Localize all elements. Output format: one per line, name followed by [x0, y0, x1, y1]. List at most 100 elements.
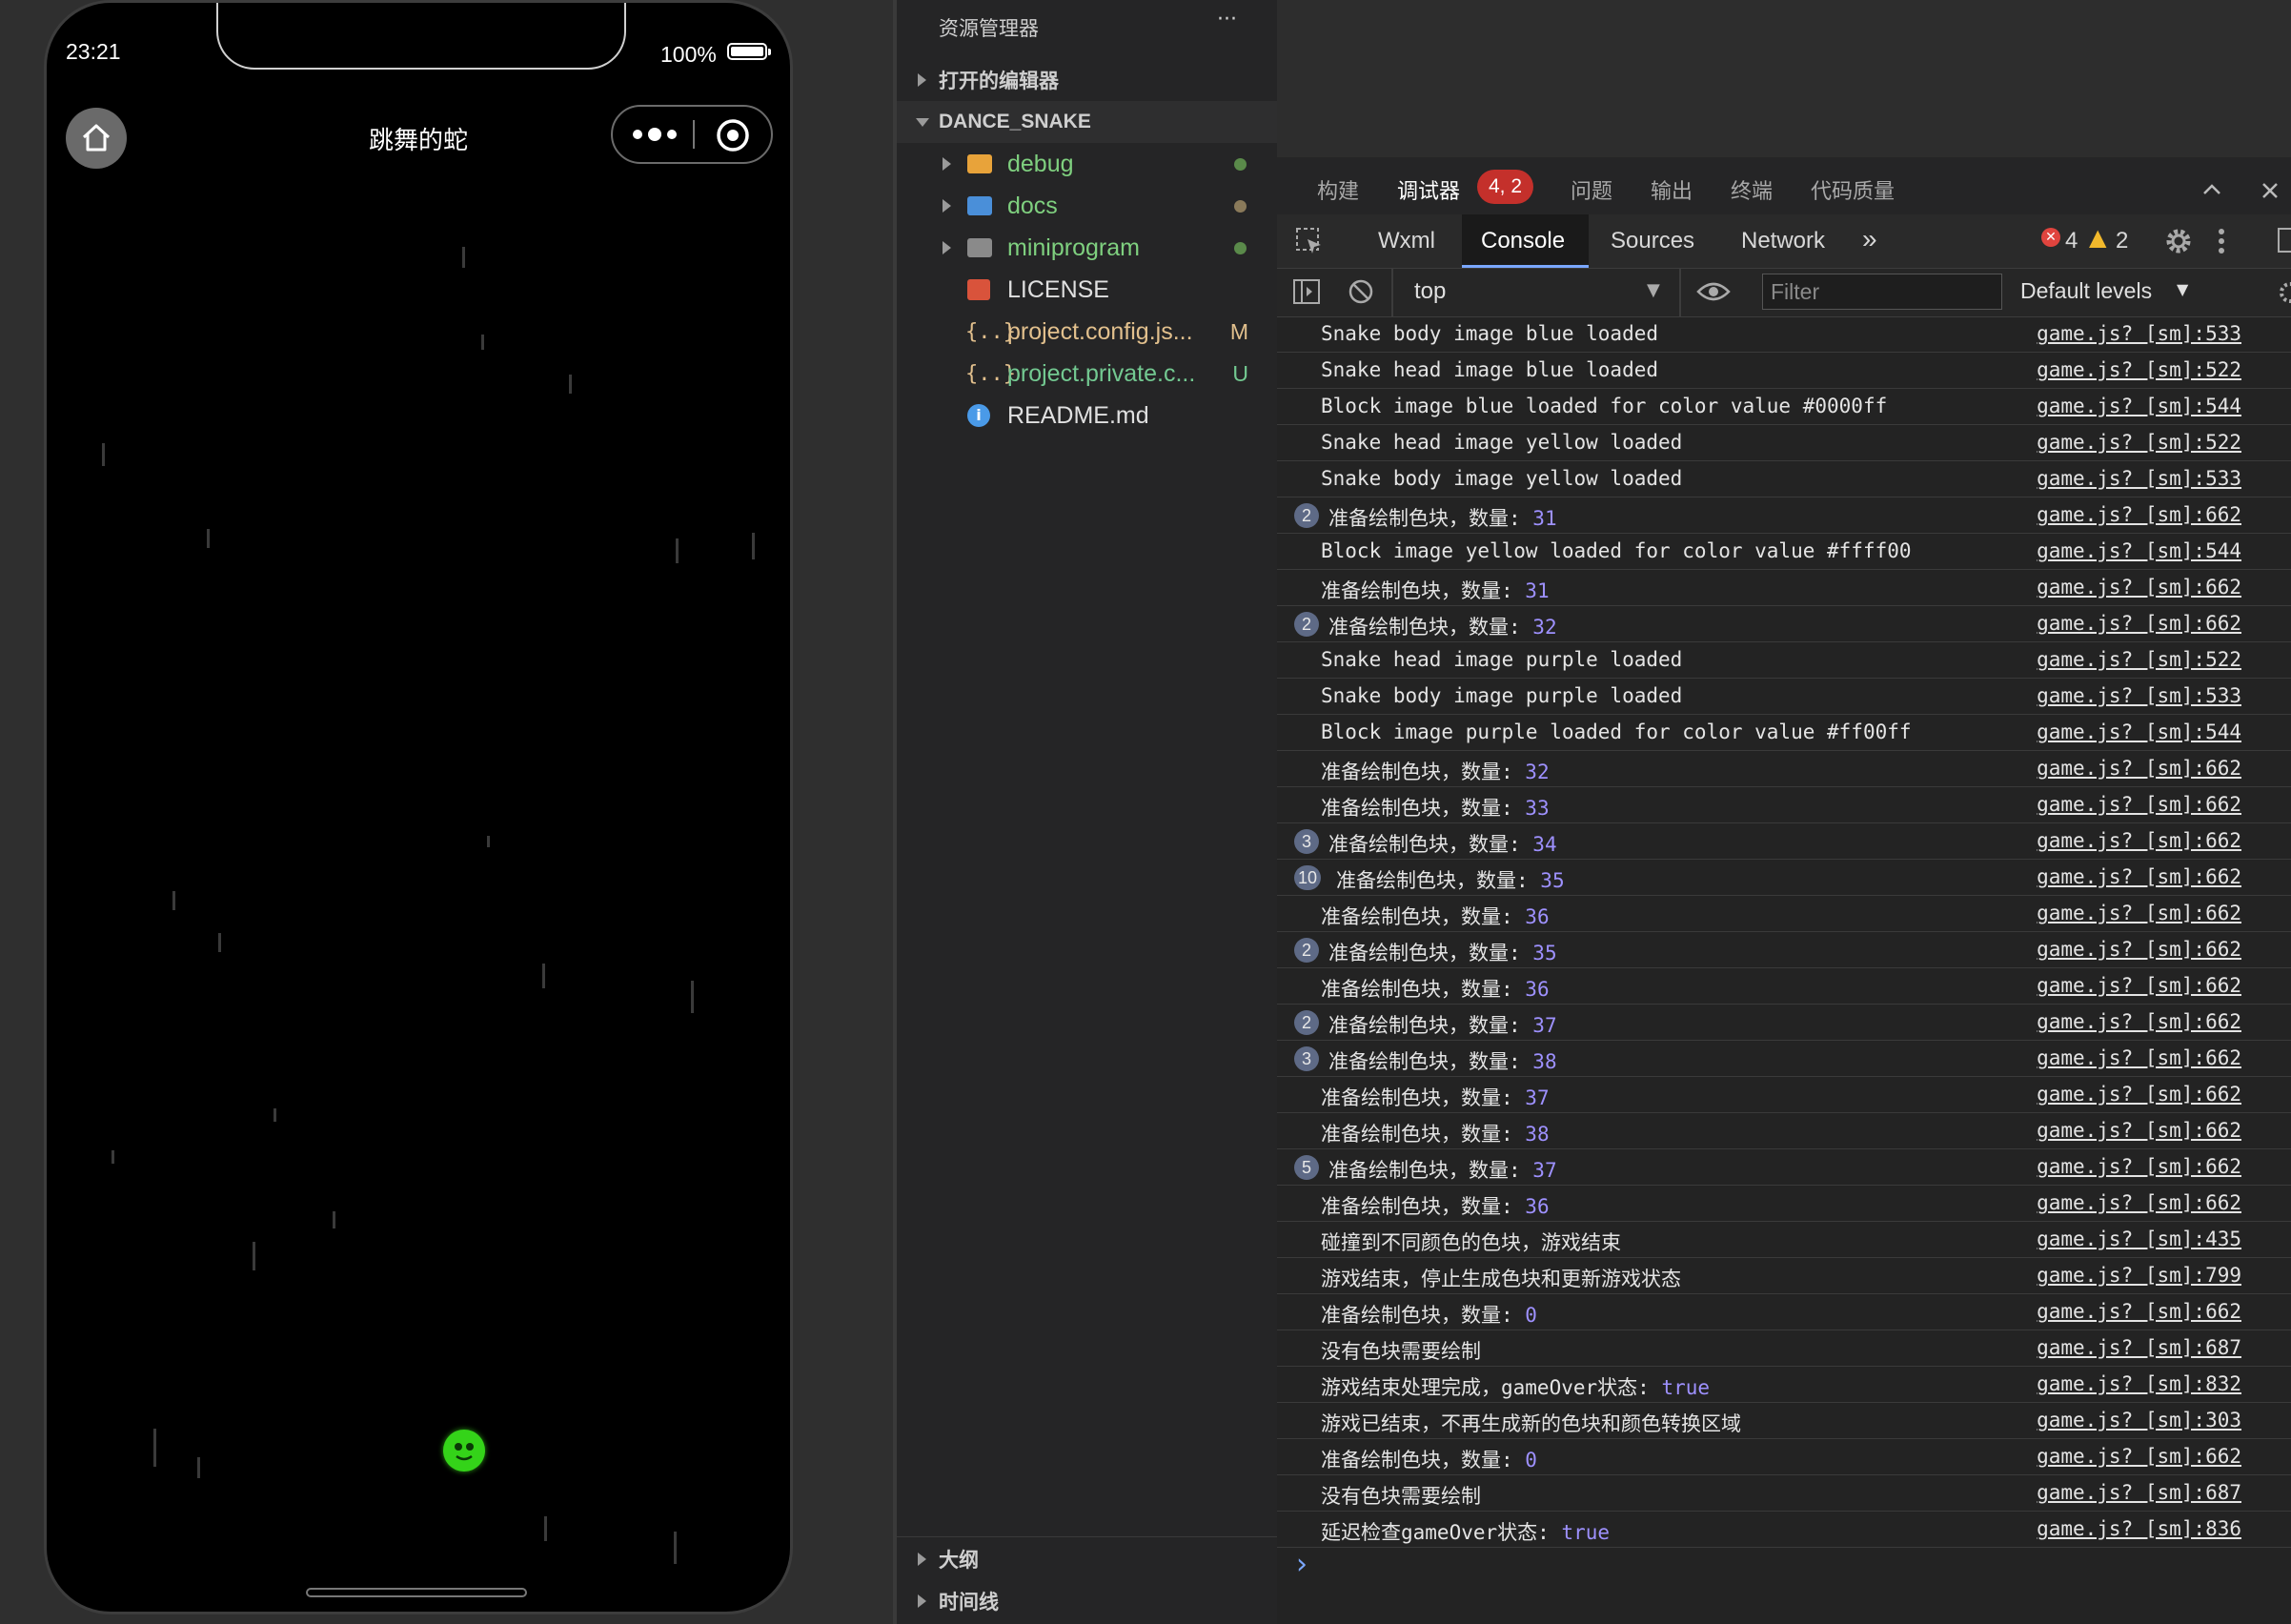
log-source-link[interactable]: game.js? [sm]:662	[2037, 1445, 2241, 1468]
timeline-section[interactable]: 时间线	[897, 1580, 1277, 1622]
console-log-row: 3 准备绘制色块，数量: 38 game.js? [sm]:662	[1277, 1041, 2291, 1077]
tree-item-project-config[interactable]: {..} project.config.js... M	[897, 311, 1277, 353]
tree-item-label: project.config.js...	[1007, 317, 1193, 345]
log-source-link[interactable]: game.js? [sm]:662	[2037, 1119, 2241, 1142]
console-log-row: 游戏已结束，不再生成新的色块和颜色转换区域 game.js? [sm]:303	[1277, 1403, 2291, 1439]
log-source-link[interactable]: game.js? [sm]:662	[2037, 865, 2241, 888]
tree-item-project-private[interactable]: {..} project.private.c... U	[897, 353, 1277, 395]
log-message: 准备绘制色块，数量: 32	[1321, 757, 1550, 785]
settings-gear-icon[interactable]	[2163, 226, 2194, 256]
inspect-element-icon[interactable]	[1294, 226, 1325, 256]
log-source-link[interactable]: game.js? [sm]:533	[2037, 684, 2241, 707]
tab-output[interactable]: 输出	[1651, 174, 1693, 205]
dock-side-icon[interactable]	[2278, 228, 2291, 253]
log-source-link[interactable]: game.js? [sm]:662	[2037, 1191, 2241, 1214]
log-value: 32	[1532, 616, 1557, 639]
log-source-link[interactable]: game.js? [sm]:836	[2037, 1517, 2241, 1540]
console-settings-icon[interactable]	[2278, 280, 2291, 305]
tab-network[interactable]: Network	[1741, 228, 1825, 254]
log-text: 准备绘制色块，数量:	[1321, 978, 1526, 1001]
tree-item-docs[interactable]: docs	[897, 185, 1277, 227]
log-source-link[interactable]: game.js? [sm]:522	[2037, 431, 2241, 454]
rain-drop	[487, 836, 490, 847]
warning-count[interactable]: 2	[2116, 228, 2128, 254]
log-value: 35	[1540, 869, 1565, 892]
log-source-link[interactable]: game.js? [sm]:662	[2037, 793, 2241, 816]
tree-item-miniprogram[interactable]: miniprogram	[897, 227, 1277, 269]
kebab-menu-icon[interactable]	[2217, 226, 2226, 256]
close-icon[interactable]	[2259, 179, 2281, 202]
log-source-link[interactable]: game.js? [sm]:662	[2037, 1046, 2241, 1069]
log-value: 31	[1525, 579, 1550, 602]
log-source-link[interactable]: game.js? [sm]:533	[2037, 322, 2241, 345]
error-count[interactable]: 4	[2065, 228, 2078, 254]
tree-item-license[interactable]: LICENSE	[897, 269, 1277, 311]
log-source-link[interactable]: game.js? [sm]:662	[2037, 829, 2241, 852]
log-source-link[interactable]: game.js? [sm]:662	[2037, 902, 2241, 924]
outline-section[interactable]: 大纲	[897, 1538, 1277, 1580]
repeat-count-badge: 2	[1294, 612, 1319, 637]
log-value: 0	[1525, 1304, 1537, 1327]
log-source-link[interactable]: game.js? [sm]:544	[2037, 395, 2241, 417]
tab-console-label[interactable]: Console	[1481, 228, 1565, 254]
tab-code-quality[interactable]: 代码质量	[1811, 174, 1895, 205]
log-source-link[interactable]: game.js? [sm]:662	[2037, 503, 2241, 526]
chevron-right-icon	[918, 1553, 926, 1566]
log-levels-dropdown[interactable]: Default levels	[2020, 278, 2152, 304]
close-miniprogram-button[interactable]	[714, 116, 752, 154]
console-prompt[interactable]: ›	[1296, 1548, 1308, 1581]
log-message: Block image purple loaded for color valu…	[1321, 721, 1912, 743]
log-source-link[interactable]: game.js? [sm]:662	[2037, 576, 2241, 599]
git-status-dot	[1234, 199, 1247, 213]
log-source-link[interactable]: game.js? [sm]:832	[2037, 1372, 2241, 1395]
tree-item-readme[interactable]: i README.md	[897, 395, 1277, 436]
log-source-link[interactable]: game.js? [sm]:662	[2037, 612, 2241, 635]
tab-wxml[interactable]: Wxml	[1378, 228, 1435, 254]
sidebar-toggle-icon[interactable]	[1292, 278, 1321, 305]
log-source-link[interactable]: game.js? [sm]:662	[2037, 1010, 2241, 1033]
log-source-link[interactable]: game.js? [sm]:662	[2037, 938, 2241, 961]
log-message: 准备绘制色块，数量: 36	[1321, 974, 1550, 1003]
log-source-link[interactable]: game.js? [sm]:662	[2037, 757, 2241, 780]
project-section[interactable]: DANCE_SNAKE	[897, 101, 1277, 143]
log-value: 38	[1525, 1123, 1550, 1146]
log-text: 准备绘制色块，数量:	[1328, 1014, 1533, 1037]
tab-problems[interactable]: 问题	[1571, 174, 1612, 205]
tab-sources[interactable]: Sources	[1611, 228, 1694, 254]
filter-input[interactable]: Filter	[1762, 274, 2002, 310]
log-source-link[interactable]: game.js? [sm]:435	[2037, 1228, 2241, 1250]
log-source-link[interactable]: game.js? [sm]:687	[2037, 1481, 2241, 1504]
chevron-right-icon	[943, 241, 951, 254]
console-log-row: Snake head image yellow loaded game.js? […	[1277, 425, 2291, 461]
more-tabs-button[interactable]: »	[1862, 224, 1877, 254]
open-editors-section[interactable]: 打开的编辑器	[897, 59, 1277, 101]
log-source-link[interactable]: game.js? [sm]:662	[2037, 1155, 2241, 1178]
clear-console-icon[interactable]	[1348, 278, 1374, 305]
explorer-more-button[interactable]: ···	[1217, 8, 1237, 31]
eye-icon[interactable]	[1696, 280, 1731, 303]
phone-screen[interactable]: 23:21 100% 跳舞的蛇	[44, 0, 793, 1614]
log-source-link[interactable]: game.js? [sm]:522	[2037, 358, 2241, 381]
tree-item-debug[interactable]: debug	[897, 143, 1277, 185]
log-source-link[interactable]: game.js? [sm]:544	[2037, 721, 2241, 743]
log-source-link[interactable]: game.js? [sm]:544	[2037, 539, 2241, 562]
log-text: 没有色块需要绘制	[1321, 1485, 1481, 1508]
log-source-link[interactable]: game.js? [sm]:662	[2037, 1083, 2241, 1106]
more-button[interactable]	[630, 122, 683, 147]
log-source-link[interactable]: game.js? [sm]:662	[2037, 974, 2241, 997]
chevron-up-icon[interactable]	[2200, 179, 2224, 200]
log-source-link[interactable]: game.js? [sm]:662	[2037, 1300, 2241, 1323]
log-source-link[interactable]: game.js? [sm]:533	[2037, 467, 2241, 490]
log-message: 游戏结束处理完成，gameOver状态: true	[1321, 1372, 1710, 1401]
log-text: 准备绘制色块，数量:	[1328, 833, 1533, 856]
log-message: 延迟检查gameOver状态: true	[1321, 1517, 1610, 1546]
log-source-link[interactable]: game.js? [sm]:303	[2037, 1409, 2241, 1431]
tab-debugger[interactable]: 调试器	[1397, 174, 1460, 205]
log-source-link[interactable]: game.js? [sm]:522	[2037, 648, 2241, 671]
context-selector[interactable]: top	[1414, 278, 1446, 305]
game-canvas[interactable]	[47, 184, 790, 1575]
log-source-link[interactable]: game.js? [sm]:687	[2037, 1336, 2241, 1359]
tab-build[interactable]: 构建	[1317, 174, 1359, 205]
tab-terminal[interactable]: 终端	[1731, 174, 1773, 205]
log-source-link[interactable]: game.js? [sm]:799	[2037, 1264, 2241, 1287]
